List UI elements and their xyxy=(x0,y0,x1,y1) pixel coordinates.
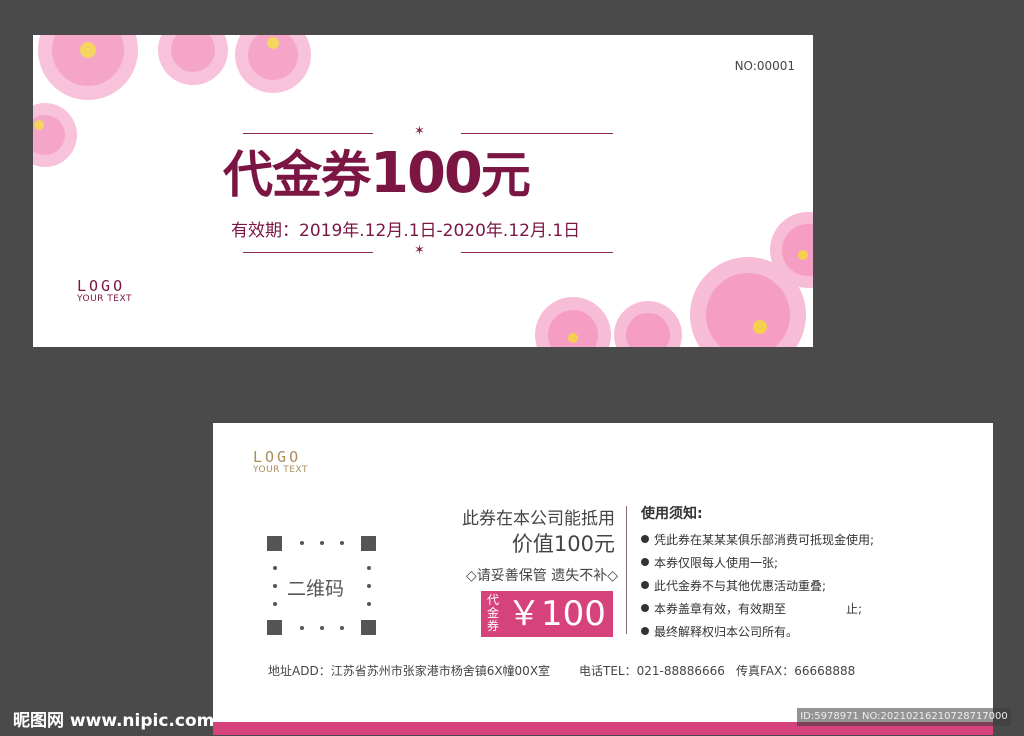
validity-period: 有效期：2019年.12月.1日-2020年.12月.1日 xyxy=(231,221,581,241)
note-text: 本券盖章有效，有效期至 止; xyxy=(654,602,863,616)
watermark-site: 昵图网 www.nipic.com xyxy=(13,711,215,731)
list-item: 本券盖章有效，有效期至 止; xyxy=(641,598,874,621)
divider-line xyxy=(243,133,373,134)
note-text: 本券仅限每人使用一张; xyxy=(654,556,779,570)
qr-dot xyxy=(273,566,277,570)
title-text: 代金券 xyxy=(223,146,371,204)
voucher-back: LOGO YOUR TEXT 二维码 此券在本公司能抵用 价值100元 ◇请妥善… xyxy=(213,423,993,735)
qr-corner xyxy=(267,536,282,551)
list-item: 凭此券在某某某俱乐部消费可抵现金使用; xyxy=(641,529,874,552)
qr-corner xyxy=(267,620,282,635)
list-item: 最终解释权归本公司所有。 xyxy=(641,621,874,644)
qr-code-placeholder: 二维码 xyxy=(267,536,377,635)
note-text: 凭此券在某某某俱乐部消费可抵现金使用; xyxy=(654,533,875,547)
bullet-icon xyxy=(641,558,649,566)
usage-statement: 此券在本公司能抵用 xyxy=(462,509,615,529)
address: 地址ADD：江苏省苏州市张家港市杨舍镇6X幢00X室 xyxy=(268,664,551,678)
list-item: 此代金券不与其他优惠活动重叠; xyxy=(641,575,874,598)
bullet-icon xyxy=(641,581,649,589)
bullet-icon xyxy=(641,627,649,635)
star-icon: ✶ xyxy=(414,243,425,258)
bullet-icon xyxy=(641,535,649,543)
bullet-icon xyxy=(641,604,649,612)
fax: 传真FAX：66668888 xyxy=(736,664,856,678)
qr-dot xyxy=(300,541,304,545)
qr-corner xyxy=(361,536,376,551)
serial-number: NO:00001 xyxy=(734,59,795,73)
logo-mark: LOGO xyxy=(253,448,302,466)
voucher-value: 价值100元 xyxy=(511,532,615,556)
coupon-price: ￥100 xyxy=(507,594,606,634)
vertical-divider xyxy=(626,506,627,634)
divider-line xyxy=(243,252,373,253)
notes-title: 使用须知: xyxy=(641,506,703,522)
qr-dot xyxy=(273,602,277,606)
title-unit: 元 xyxy=(480,146,531,204)
qr-dot xyxy=(300,626,304,630)
logo-subtext: YOUR TEXT xyxy=(253,465,308,475)
coupon-value-badge: 代金券 ￥100 xyxy=(481,591,613,637)
logo-mark: LOGO xyxy=(77,277,126,295)
phone: 电话TEL：021-88886666 xyxy=(579,664,725,678)
qr-dot xyxy=(320,541,324,545)
watermark-id: ID:5978971 NO:20210216210728717000 xyxy=(797,708,1011,726)
voucher-title: 代金券100元 xyxy=(223,135,531,207)
logo: LOGO YOUR TEXT xyxy=(77,278,132,304)
note-text: 最终解释权归本公司所有。 xyxy=(654,625,799,639)
keep-safe-note: ◇请妥善保管 遗失不补◇ xyxy=(466,568,618,584)
logo-subtext: YOUR TEXT xyxy=(77,294,132,304)
title-amount: 100 xyxy=(370,141,483,206)
qr-dot xyxy=(340,626,344,630)
qr-dot xyxy=(320,626,324,630)
qr-corner xyxy=(361,620,376,635)
voucher-front: NO:00001 ✶ 代金券100元 有效期：2019年.12月.1日-2020… xyxy=(33,35,813,347)
divider-line xyxy=(461,133,613,134)
qr-dot xyxy=(367,602,371,606)
coupon-vertical-label: 代金券 xyxy=(486,593,499,633)
divider-line xyxy=(461,252,613,253)
note-text: 此代金券不与其他优惠活动重叠; xyxy=(654,579,827,593)
qr-dot xyxy=(367,584,371,588)
qr-dot xyxy=(273,584,277,588)
list-item: 本券仅限每人使用一张; xyxy=(641,552,874,575)
logo: LOGO YOUR TEXT xyxy=(253,449,308,475)
qr-label: 二维码 xyxy=(287,578,345,600)
usage-notes: 使用须知: 凭此券在某某某俱乐部消费可抵现金使用; 本券仅限每人使用一张; 此代… xyxy=(641,503,874,644)
qr-dot xyxy=(367,566,371,570)
qr-dot xyxy=(340,541,344,545)
